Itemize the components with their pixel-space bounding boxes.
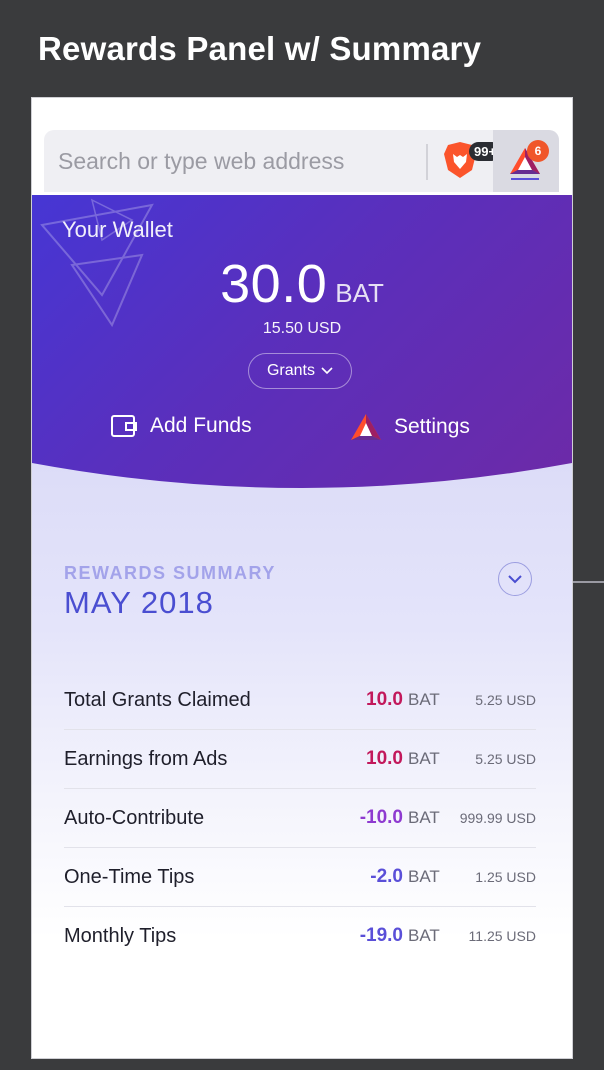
row-unit: BAT xyxy=(408,690,440,709)
row-usd: 5.25 USD xyxy=(475,751,536,767)
balance-usd: 15.50 USD xyxy=(262,320,342,337)
row-unit: BAT xyxy=(408,926,440,945)
row-amount: -10.0 xyxy=(359,807,403,828)
row-label: Monthly Tips xyxy=(64,924,177,947)
settings-button[interactable]: Settings xyxy=(350,413,470,441)
wallet-label: Your Wallet xyxy=(62,217,173,242)
row-usd: 999.99 USD xyxy=(459,810,536,826)
settings-label: Settings xyxy=(394,415,470,438)
row-label: Total Grants Claimed xyxy=(64,688,251,711)
add-funds-button[interactable]: Add Funds xyxy=(110,413,252,439)
row-amount: -2.0 xyxy=(370,866,403,887)
balance-unit: BAT xyxy=(335,278,384,308)
settings-bat-icon xyxy=(350,413,382,441)
row-usd: 1.25 USD xyxy=(475,869,536,885)
wallet-panel: Your Wallet 30.0 BAT 15.50 USD Grants Add… xyxy=(32,195,572,495)
summary-row-monthly-tips: Monthly Tips -19.0 BAT 11.25 USD xyxy=(64,907,536,965)
row-unit: BAT xyxy=(408,867,440,886)
summary-table: Total Grants Claimed 10.0 BAT 5.25 USD E… xyxy=(64,671,536,965)
rewards-button[interactable]: 6 xyxy=(493,130,559,192)
row-unit: BAT xyxy=(408,808,440,827)
address-divider xyxy=(426,144,428,180)
page-title: Rewards Panel w/ Summary xyxy=(38,30,482,67)
add-funds-label: Add Funds xyxy=(150,414,252,437)
grants-label: Grants xyxy=(266,362,315,379)
grants-dropdown[interactable]: Grants xyxy=(248,353,352,389)
wallet-icon xyxy=(110,413,138,439)
rewards-summary-month: MAY 2018 xyxy=(64,585,214,620)
row-amount: 10.0 xyxy=(366,748,403,769)
balance-value: 30.0 xyxy=(220,254,328,314)
chevron-down-icon xyxy=(508,574,522,583)
rewards-summary-label: REWARDS SUMMARY xyxy=(64,563,276,583)
row-label: Earnings from Ads xyxy=(64,747,228,770)
row-usd: 5.25 USD xyxy=(475,692,536,708)
row-label: One-Time Tips xyxy=(64,865,195,888)
summary-collapse-button[interactable] xyxy=(498,562,532,596)
row-unit: BAT xyxy=(408,749,440,768)
summary-row-grants: Total Grants Claimed 10.0 BAT 5.25 USD xyxy=(64,671,536,730)
balance-row: 30.0 BAT xyxy=(32,253,572,315)
summary-row-ads: Earnings from Ads 10.0 BAT 5.25 USD xyxy=(64,730,536,789)
address-bar[interactable]: Search or type web address 99+ 6 xyxy=(44,130,559,192)
summary-row-one-time-tips: One-Time Tips -2.0 BAT 1.25 USD xyxy=(64,848,536,907)
row-amount: -19.0 xyxy=(359,925,403,946)
row-label: Auto-Contribute xyxy=(64,806,205,829)
summary-row-auto-contribute: Auto-Contribute -10.0 BAT 999.99 USD xyxy=(64,789,536,848)
chevron-down-icon xyxy=(321,367,333,375)
row-usd: 11.25 USD xyxy=(468,928,536,944)
address-placeholder[interactable]: Search or type web address xyxy=(58,148,344,175)
row-amount: 10.0 xyxy=(366,689,403,710)
browser-frame: Search or type web address 99+ 6 Your Wa… xyxy=(31,97,573,1059)
rewards-badge: 6 xyxy=(527,140,549,162)
